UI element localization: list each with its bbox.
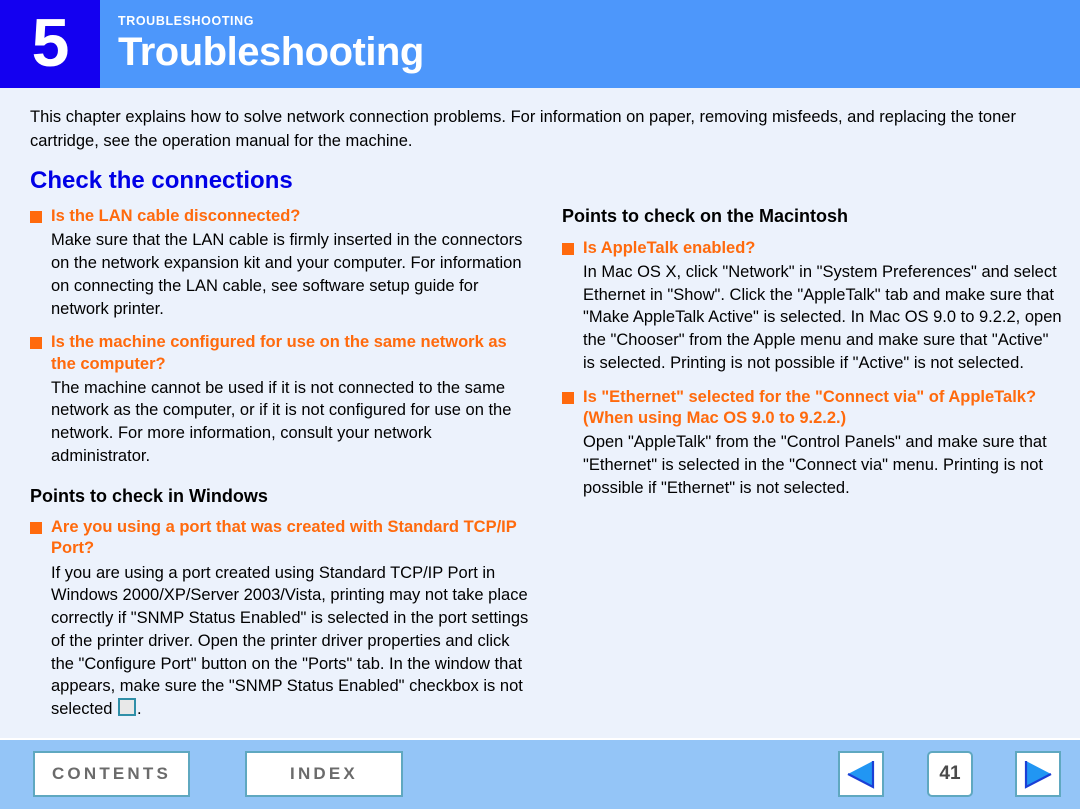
square-bullet-icon — [30, 211, 42, 224]
right-column: Points to check on the Macintosh Is Appl… — [562, 206, 1062, 733]
answer-text: Open "AppleTalk" from the "Control Panel… — [583, 432, 1047, 497]
question-text: Are you using a port that was created wi… — [51, 518, 517, 558]
right-triangle-icon — [1024, 761, 1052, 789]
question-heading-lan-cable: Is the LAN cable disconnected? — [30, 206, 530, 227]
contents-button-label: CONTENTS — [51, 764, 172, 783]
question-text: Is "Ethernet" selected for the "Connect … — [583, 387, 1037, 427]
answer-text-part-one: If you are using a port created using St… — [51, 563, 529, 719]
two-column-layout: Is the LAN cable disconnected? Make sure… — [30, 206, 1062, 733]
square-bullet-icon — [30, 522, 42, 535]
page-number: 41 — [939, 763, 961, 784]
subsection-heading-windows: Points to check in Windows — [30, 485, 268, 506]
answer-text: The machine cannot be used if it is not … — [51, 378, 512, 465]
question-text: Is AppleTalk enabled? — [583, 238, 756, 257]
subsection-heading-macintosh: Points to check on the Macintosh — [562, 206, 849, 227]
question-heading-ethernet-connect-via: Is "Ethernet" selected for the "Connect … — [562, 387, 1062, 429]
question-heading-same-network: Is the machine configured for use on the… — [30, 332, 530, 374]
qa-block-lan-cable: Is the LAN cable disconnected? Make sure… — [30, 206, 530, 320]
qa-block-ethernet-connect-via: Is "Ethernet" selected for the "Connect … — [562, 387, 1062, 500]
answer-text-with-checkbox: If you are using a port created using St… — [30, 562, 530, 721]
page-number-indicator: 41 — [927, 751, 973, 797]
footer-navigation-bar: CONTENTS INDEX 41 — [0, 738, 1080, 809]
previous-page-button[interactable] — [838, 751, 884, 797]
question-heading-standard-tcpip-port: Are you using a port that was created wi… — [30, 517, 530, 559]
section-title: Check the connections — [30, 166, 293, 194]
chapter-header: 5 TROUBLESHOOTING Troubleshooting — [0, 0, 1080, 88]
question-text: Is the machine configured for use on the… — [51, 333, 507, 373]
answer-text: Make sure that the LAN cable is firmly i… — [51, 231, 523, 318]
question-heading-appletalk-enabled: Is AppleTalk enabled? — [562, 238, 1062, 259]
page-content: This chapter explains how to solve netwo… — [0, 88, 1080, 738]
empty-checkbox-icon — [118, 698, 137, 717]
next-page-button[interactable] — [1015, 751, 1061, 797]
square-bullet-icon — [562, 391, 574, 404]
page-title: Troubleshooting — [118, 30, 424, 75]
chapter-number: 5 — [31, 5, 70, 81]
contents-button[interactable]: CONTENTS — [33, 751, 190, 797]
square-bullet-icon — [562, 242, 574, 255]
answer-text-part-two: . — [137, 700, 142, 719]
chapter-title-group: TROUBLESHOOTING Troubleshooting — [100, 0, 424, 88]
answer-text: In Mac OS X, click "Network" in "System … — [583, 262, 1062, 372]
qa-block-same-network: Is the machine configured for use on the… — [30, 332, 530, 467]
qa-block-standard-tcpip-port: Are you using a port that was created wi… — [30, 517, 530, 721]
index-button[interactable]: INDEX — [245, 751, 403, 797]
question-text: Is the LAN cable disconnected? — [51, 207, 301, 226]
left-column: Is the LAN cable disconnected? Make sure… — [30, 206, 530, 733]
qa-block-appletalk-enabled: Is AppleTalk enabled? In Mac OS X, click… — [562, 238, 1062, 375]
chapter-eyebrow: TROUBLESHOOTING — [118, 13, 255, 28]
index-button-label: INDEX — [290, 764, 358, 783]
chapter-number-block: 5 — [0, 0, 100, 88]
intro-paragraph: This chapter explains how to solve netwo… — [30, 108, 1016, 150]
square-bullet-icon — [30, 337, 42, 350]
left-triangle-icon — [847, 761, 875, 789]
